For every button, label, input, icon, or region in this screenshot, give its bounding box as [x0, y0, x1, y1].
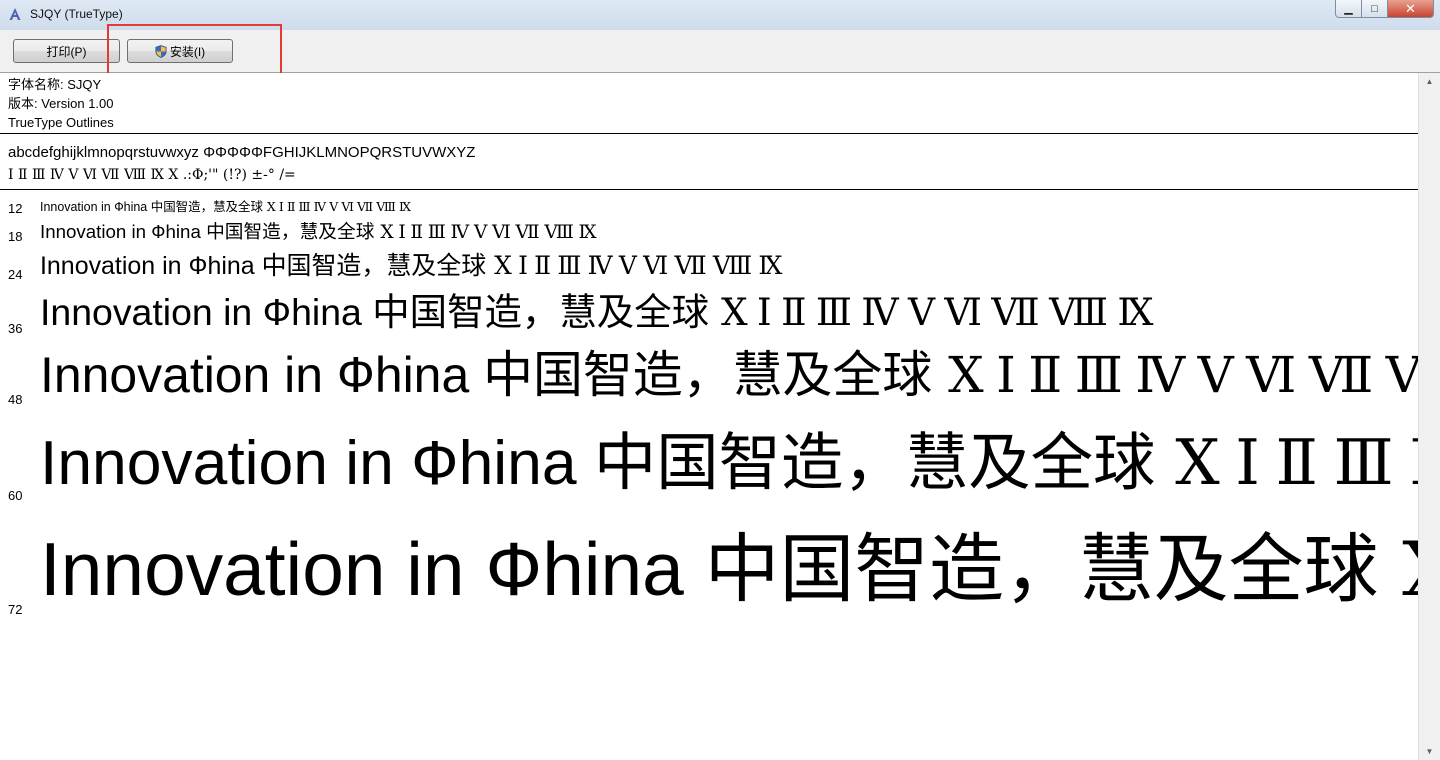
sample-row-48: 48 Innovation in Фhina 中国智造，慧及全球 Ⅹ Ⅰ Ⅱ Ⅲ …	[0, 343, 1418, 407]
sample-row-12: 12 Innovation in Фhina 中国智造，慧及全球 Ⅹ Ⅰ Ⅱ Ⅲ …	[0, 198, 1418, 216]
sample-text: Innovation in Фhina 中国智造，慧及全球 Ⅹ Ⅰ Ⅱ Ⅲ Ⅳ …	[40, 198, 411, 216]
size-label: 36	[8, 321, 23, 336]
charset-line-2: Ⅰ Ⅱ Ⅲ Ⅳ Ⅴ Ⅵ Ⅶ Ⅷ Ⅸ Ⅹ .:Φ;'" (!?) ±-° /=	[8, 167, 296, 183]
sample-text: Innovation in Фhina 中国智造，慧及全球 Ⅹ Ⅰ Ⅱ Ⅲ Ⅳ …	[40, 423, 1418, 504]
sample-roman-numerals: Ⅹ Ⅰ Ⅱ Ⅲ Ⅳ Ⅴ Ⅵ Ⅶ Ⅷ Ⅸ	[1402, 529, 1418, 612]
sample-row-36: 36 Innovation in Фhina 中国智造，慧及全球 Ⅹ Ⅰ Ⅱ Ⅲ …	[0, 288, 1418, 336]
sample-latin: Innovation in	[40, 200, 115, 214]
sample-cjk: 中国智造，慧及全球	[206, 222, 381, 243]
maximize-button[interactable]: □	[1362, 0, 1388, 18]
window-title: SJQY (TrueType)	[30, 7, 123, 21]
sample-roman-numerals: Ⅹ Ⅰ Ⅱ Ⅲ Ⅳ Ⅴ Ⅵ Ⅶ Ⅷ Ⅸ	[1175, 429, 1418, 498]
charset-line-1: abcdefghijklmnopqrstuvwxyz ΦΦΦΦΦFGHIJKLM…	[8, 144, 476, 161]
sample-roman-numerals: Ⅹ Ⅰ Ⅱ Ⅲ Ⅳ Ⅴ Ⅵ Ⅶ Ⅷ Ⅸ	[494, 253, 783, 280]
sample-latin: Innovation in	[40, 221, 152, 242]
sample-glyph: Ф	[262, 291, 292, 333]
sample-glyph: Ф	[411, 429, 459, 498]
sample-text: Innovation in Фhina 中国智造，慧及全球 Ⅹ Ⅰ Ⅱ Ⅲ Ⅳ …	[40, 250, 783, 283]
print-button[interactable]: 打印(P)	[13, 39, 120, 63]
size-label: 18	[8, 229, 23, 244]
size-label: 72	[8, 602, 23, 617]
sample-glyph: Ф	[114, 200, 124, 214]
sample-cjk: 中国智造，慧及全球	[593, 426, 1176, 499]
size-label: 60	[8, 488, 23, 503]
sample-cjk: 中国智造，慧及全球	[261, 251, 495, 280]
sample-latin: Innovation in	[40, 291, 263, 333]
sample-glyph: Ф	[188, 252, 208, 280]
minimize-button[interactable]: ▁	[1335, 0, 1362, 18]
sample-latin-2: hina	[542, 527, 705, 611]
sample-row-60: 60 Innovation in Фhina 中国智造，慧及全球 Ⅹ Ⅰ Ⅱ Ⅲ …	[0, 423, 1418, 503]
window-controls: ▁ □ ✕	[1335, 0, 1434, 20]
sample-latin: Innovation in	[40, 252, 189, 280]
font-preview-area: 字体名称: SJQY 版本: Version 1.00 TrueType Out…	[0, 73, 1418, 760]
sample-text: Innovation in Фhina 中国智造，慧及全球 Ⅹ Ⅰ Ⅱ Ⅲ Ⅳ …	[40, 521, 1418, 619]
sample-row-18: 18 Innovation in Фhina 中国智造，慧及全球 Ⅹ Ⅰ Ⅱ Ⅲ …	[0, 220, 1418, 244]
close-button[interactable]: ✕	[1388, 0, 1434, 18]
sample-cjk: 中国智造，慧及全球	[150, 199, 267, 214]
sample-latin: Innovation in	[40, 429, 412, 498]
scroll-up-arrow-icon[interactable]: ▲	[1419, 73, 1440, 90]
sample-cjk: 中国智造，慧及全球	[372, 290, 721, 334]
sample-latin: Innovation in	[40, 347, 337, 403]
sample-glyph: Ф	[151, 221, 166, 242]
sample-text: Innovation in Фhina 中国智造，慧及全球 Ⅹ Ⅰ Ⅱ Ⅲ Ⅳ …	[40, 220, 597, 245]
sample-latin-2: hina	[207, 252, 262, 280]
print-button-label: 打印(P)	[46, 44, 87, 59]
sample-row-24: 24 Innovation in Фhina 中国智造，慧及全球 Ⅹ Ⅰ Ⅱ Ⅲ …	[0, 250, 1418, 282]
font-outline-line: TrueType Outlines	[8, 115, 114, 130]
divider	[0, 189, 1418, 190]
sample-glyph: Ф	[336, 347, 375, 403]
sample-cjk: 中国智造，慧及全球	[483, 346, 949, 404]
scroll-down-arrow-icon[interactable]: ▼	[1419, 743, 1440, 760]
size-label: 48	[8, 392, 23, 407]
sample-row-72: 72 Innovation in Фhina 中国智造，慧及全球 Ⅹ Ⅰ Ⅱ Ⅲ …	[0, 521, 1418, 617]
sample-roman-numerals: Ⅹ Ⅰ Ⅱ Ⅲ Ⅳ Ⅴ Ⅵ Ⅶ Ⅷ Ⅸ	[266, 200, 412, 214]
font-app-icon	[8, 7, 22, 21]
sample-roman-numerals: Ⅹ Ⅰ Ⅱ Ⅲ Ⅳ Ⅴ Ⅵ Ⅶ Ⅷ Ⅸ	[720, 293, 1154, 334]
sample-text: Innovation in Фhina 中国智造，慧及全球 Ⅹ Ⅰ Ⅱ Ⅲ Ⅳ …	[40, 288, 1153, 338]
sample-latin-2: hina	[291, 291, 373, 333]
sample-latin-2: hina	[374, 347, 484, 403]
sample-glyph: Ф	[485, 527, 543, 611]
size-label: 24	[8, 267, 23, 282]
sample-cjk: 中国智造，慧及全球	[704, 526, 1403, 613]
sample-latin-2: hina	[123, 200, 151, 214]
font-version-line: 版本: Version 1.00	[8, 96, 114, 111]
sample-latin-2: hina	[165, 221, 207, 242]
vertical-scrollbar[interactable]: ▲ ▼	[1418, 73, 1440, 760]
font-info: 字体名称: SJQY 版本: Version 1.00 TrueType Out…	[8, 75, 114, 132]
sample-text: Innovation in Фhina 中国智造，慧及全球 Ⅹ Ⅰ Ⅱ Ⅲ Ⅳ …	[40, 343, 1418, 408]
sample-roman-numerals: Ⅹ Ⅰ Ⅱ Ⅲ Ⅳ Ⅴ Ⅵ Ⅶ Ⅷ Ⅸ	[948, 348, 1418, 403]
sample-latin-2: hina	[458, 429, 594, 498]
size-label: 12	[8, 201, 23, 216]
sample-roman-numerals: Ⅹ Ⅰ Ⅱ Ⅲ Ⅳ Ⅴ Ⅵ Ⅶ Ⅷ Ⅸ	[380, 222, 597, 243]
sample-latin: Innovation in	[40, 527, 486, 611]
font-name-line: 字体名称: SJQY	[8, 77, 102, 92]
divider	[0, 133, 1418, 134]
